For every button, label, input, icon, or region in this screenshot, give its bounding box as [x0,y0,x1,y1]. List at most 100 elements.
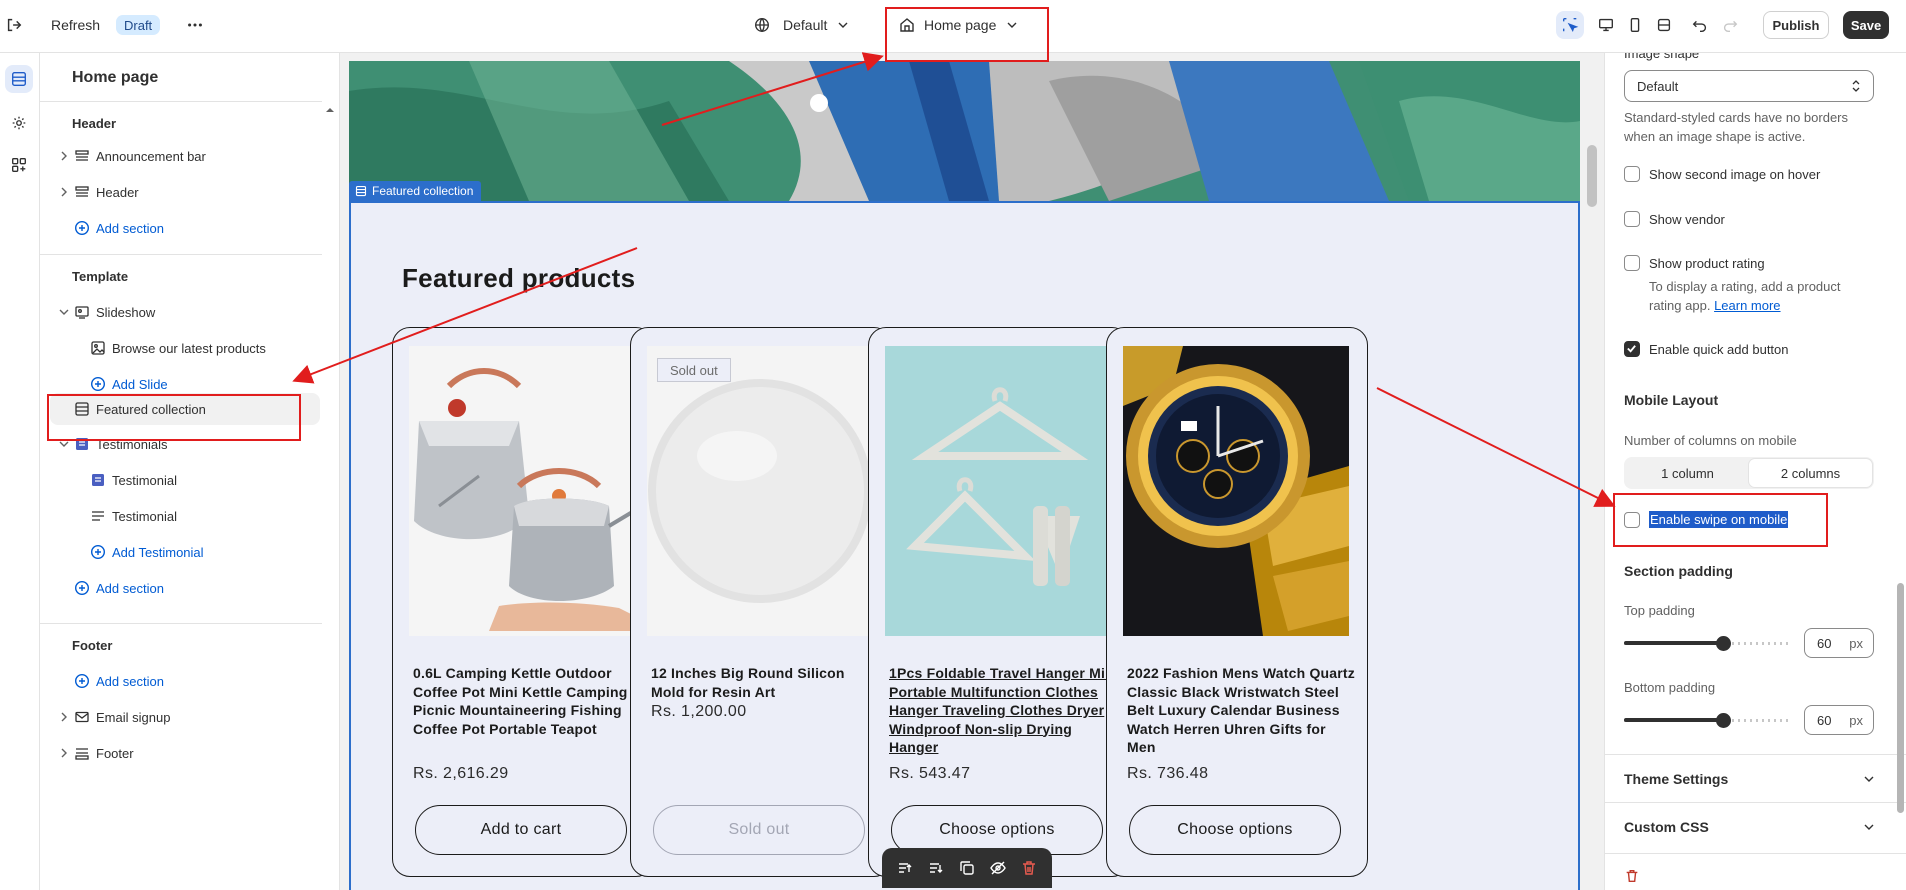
panel-title: Home page [72,69,159,86]
chevron-down-icon [1864,824,1874,830]
divider [40,254,322,255]
settings-scrollbar[interactable] [1895,53,1906,890]
add-testimonial-label: Add Testimonial [112,544,204,560]
theme-settings-title: Theme Settings [1624,771,1729,787]
sidebar-item-label: Email signup [96,709,171,725]
sidebar-item-slideshow[interactable]: Slideshow [40,297,330,327]
product-card[interactable]: 1Pcs Foldable Travel Hanger Mini Portabl… [868,327,1130,877]
footer-group-label: Footer [72,637,113,653]
slider-handle[interactable] [1716,636,1731,651]
move-up-icon[interactable] [896,859,914,877]
hide-icon[interactable] [989,859,1007,877]
sidebar-item-email-signup[interactable]: Email signup [40,702,330,732]
image-shape-help: Standard-styled cards have no borders wh… [1624,110,1849,144]
exit-icon[interactable] [0,11,28,39]
bottom-padding-input[interactable]: 60 px [1804,705,1874,735]
desktop-view-icon[interactable] [1592,11,1620,39]
top-padding-slider[interactable] [1624,633,1789,653]
inspector-icon[interactable] [1556,11,1584,39]
chevron-down-icon[interactable] [58,306,70,318]
slider-handle[interactable] [1716,713,1731,728]
choose-options-button[interactable]: Choose options [1129,805,1341,855]
fullscreen-icon[interactable] [1650,11,1678,39]
image-shape-label: Image shape [1624,53,1700,61]
add-section-button[interactable]: Add section [40,213,330,243]
sidebar-item-announcement-bar[interactable]: Announcement bar [40,141,330,171]
theme-selector[interactable]: Default [783,0,849,50]
show-vendor-checkbox[interactable] [1624,211,1640,227]
featured-collection-section[interactable]: Featured products 0.6L Camping Kettle Ou… [349,201,1580,890]
slider-fill [1624,718,1723,722]
sections-icon[interactable] [5,65,33,93]
product-image[interactable] [409,346,635,636]
move-down-icon[interactable] [927,859,945,877]
chevron-right-icon[interactable] [58,747,70,759]
chevron-right-icon[interactable] [58,150,70,162]
sidebar-item-footer[interactable]: Footer [40,738,330,768]
sidebar-item-header[interactable]: Header [40,177,330,207]
quick-add-checkbox[interactable] [1624,341,1640,357]
mobile-view-icon[interactable] [1621,11,1649,39]
slideshow-icon [75,306,89,319]
settings-icon[interactable] [5,109,33,137]
show-rating-label: Show product rating [1649,256,1765,271]
add-testimonial-button[interactable]: Add Testimonial [40,537,330,567]
theme-settings-accordion[interactable]: Theme Settings [1605,754,1906,802]
product-title[interactable]: 2022 Fashion Mens Watch Quartz Classic B… [1127,664,1357,757]
add-to-cart-button[interactable]: Add to cart [415,805,627,855]
learn-more-link[interactable]: Learn more [1714,298,1780,313]
undo-icon[interactable] [1686,11,1714,39]
chevron-right-icon[interactable] [58,186,70,198]
product-card[interactable]: Sold out 12 Inches Big Round Silicon Mol… [630,327,892,877]
settings-scrollbar-thumb[interactable] [1897,583,1904,813]
trash-icon[interactable] [1624,868,1640,884]
product-title[interactable]: 12 Inches Big Round Silicon Mold for Res… [651,664,881,701]
add-section-button[interactable]: Add section [40,573,330,603]
product-image[interactable] [1123,346,1349,636]
show-rating-checkbox[interactable] [1624,255,1640,271]
bottom-padding-label: Bottom padding [1624,680,1716,695]
add-section-button[interactable]: Add section [40,666,330,696]
image-shape-select[interactable]: Default [1624,70,1874,102]
one-column-option[interactable]: 1 column [1626,459,1749,487]
quick-add-label: Enable quick add button [1649,342,1789,357]
unit-label: px [1849,712,1863,728]
plus-circle-icon [74,220,90,236]
product-image[interactable] [647,346,873,636]
show-second-image-checkbox[interactable] [1624,166,1640,182]
bottom-padding-slider[interactable] [1624,710,1789,730]
section-label-tag[interactable]: Featured collection [349,181,482,201]
add-section-label: Add section [96,580,164,596]
sidebar-item-slide[interactable]: Browse our latest products [40,333,330,363]
more-icon[interactable] [181,11,209,39]
columns-segmented-control: 1 column 2 columns [1624,457,1874,489]
image-icon [91,341,105,355]
sidebar-item-testimonial[interactable]: Testimonial [40,501,330,531]
refresh-button[interactable]: Refresh [51,0,100,50]
sidebar-item-testimonial[interactable]: Testimonial [40,465,330,495]
delete-icon[interactable] [1020,859,1038,877]
chevron-right-icon[interactable] [58,711,70,723]
checkmark-icon [1627,345,1636,353]
product-title[interactable]: 0.6L Camping Kettle Outdoor Coffee Pot M… [413,664,643,738]
announcement-bar-icon [75,150,89,161]
publish-button[interactable]: Publish [1763,11,1829,39]
add-slide-label: Add Slide [112,376,168,392]
two-columns-option[interactable]: 2 columns [1749,459,1872,487]
product-image[interactable] [885,346,1111,636]
save-button[interactable]: Save [1843,11,1889,39]
divider [40,101,322,102]
rating-help: To display a rating, add a product ratin… [1649,277,1874,315]
sidebar-item-label: Browse our latest products [112,340,266,356]
theme-preview[interactable]: Featured collection Featured products 0.… [341,53,1603,890]
apps-icon[interactable] [5,151,33,179]
duplicate-icon[interactable] [958,859,976,877]
custom-css-accordion[interactable]: Custom CSS [1605,802,1906,850]
preview-scrollbar-thumb[interactable] [1587,145,1597,207]
product-card[interactable]: 0.6L Camping Kettle Outdoor Coffee Pot M… [392,327,654,877]
section-padding-heading: Section padding [1624,563,1733,579]
redo-icon[interactable] [1716,11,1744,39]
top-padding-input[interactable]: 60 px [1804,628,1874,658]
product-card[interactable]: 2022 Fashion Mens Watch Quartz Classic B… [1106,327,1368,877]
product-title[interactable]: 1Pcs Foldable Travel Hanger Mini Portabl… [889,664,1119,757]
